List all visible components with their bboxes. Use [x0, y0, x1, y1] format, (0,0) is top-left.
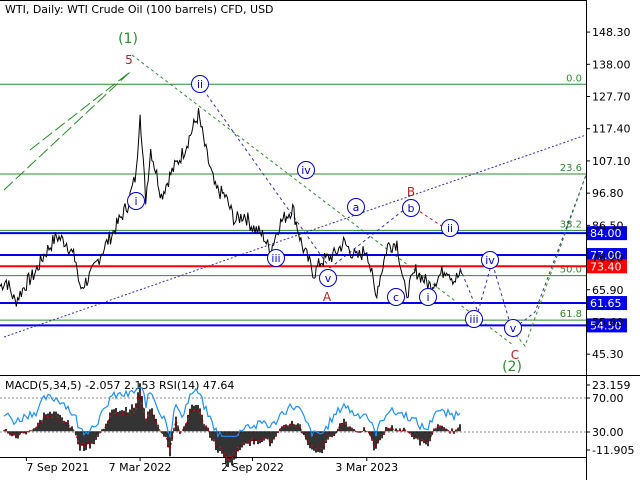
price-level-label: 61.65	[590, 297, 622, 310]
price-line	[0, 108, 463, 307]
wave-label: b	[408, 202, 415, 215]
macd-tick-label: 23.159	[592, 379, 631, 392]
fib-level-label: 61.8	[560, 309, 582, 320]
wave-label: c	[393, 291, 399, 304]
price-tick-label: 76.20	[592, 252, 624, 265]
wave-label: a	[353, 201, 360, 214]
fib-level-label: 0.0	[566, 73, 582, 84]
trendline-layer	[3, 54, 587, 346]
price-tick-label: 45.30	[592, 348, 624, 361]
price-tick-label: 138.00	[592, 58, 631, 71]
macd-tick-label: -11.905	[592, 444, 634, 457]
price-tick-label: 117.40	[592, 123, 631, 136]
levels-layer: 84.0077.0073.4061.6554.50	[0, 226, 627, 333]
wave-label: iv	[485, 254, 495, 267]
chart-canvas: 0.023.638.250.061.8 84.0077.0073.4061.65…	[0, 0, 640, 480]
corrective-wave-label: B	[407, 185, 415, 199]
impulse-channel-line	[29, 71, 131, 151]
wave-label: ii	[447, 222, 453, 235]
degree-label: (2)	[502, 359, 522, 375]
wave-guide-line	[329, 204, 411, 269]
time-tick-label: 7 Mar 2022	[109, 461, 172, 474]
price-tick-label: 127.70	[592, 90, 631, 103]
forecast-path	[459, 174, 587, 331]
wave-label: i	[134, 195, 137, 208]
degree-label: (1)	[118, 31, 138, 47]
impulse-top-label: 5	[125, 53, 133, 67]
price-layer	[0, 108, 463, 307]
time-tick-label: 2 Sep 2022	[221, 461, 284, 474]
macd-pane-layer: 23.15970.00 30.00 -11.905	[0, 379, 634, 467]
impulse-channel-line	[3, 71, 131, 191]
macd-tick-label: 30.00	[592, 426, 624, 439]
wave-label: iv	[301, 164, 311, 177]
fib-level-label: 38.2	[560, 219, 582, 230]
wave-label: ii	[197, 78, 203, 91]
wave-label: iii	[469, 313, 478, 326]
price-axis-layer: 148.30 138.00 127.70 117.40 107.10 96.80 86.50…	[586, 26, 631, 361]
wave-label: v	[325, 272, 332, 285]
fib-level-label: 23.6	[560, 163, 582, 174]
time-tick-label: 3 Mar 2023	[335, 461, 398, 474]
wave-labels-layer: iiiiiiivva bcivviiiiiiABC5(1)(2)	[118, 31, 522, 375]
price-tick-label: 96.80	[592, 187, 624, 200]
price-tick-label: 148.30	[592, 26, 631, 39]
corrective-wave-label: A	[323, 290, 332, 304]
wave-label: iii	[271, 252, 280, 265]
wave-label: v	[510, 322, 517, 335]
macd-histogram	[3, 383, 461, 467]
macd-tick-label: 70.00	[592, 392, 624, 405]
price-tick-label: 107.10	[592, 155, 631, 168]
channel-upper-line	[3, 134, 587, 338]
price-tick-label: 86.50	[592, 219, 624, 232]
time-tick-label: 7 Sep 2021	[26, 461, 89, 474]
time-axis-layer: 7 Sep 2021 7 Mar 2022 2 Sep 2022 3 Mar 2023	[25, 457, 398, 474]
wave-label: i	[426, 291, 429, 304]
price-tick-label: 65.90	[592, 284, 624, 297]
price-tick-label: 55.60	[592, 316, 624, 329]
